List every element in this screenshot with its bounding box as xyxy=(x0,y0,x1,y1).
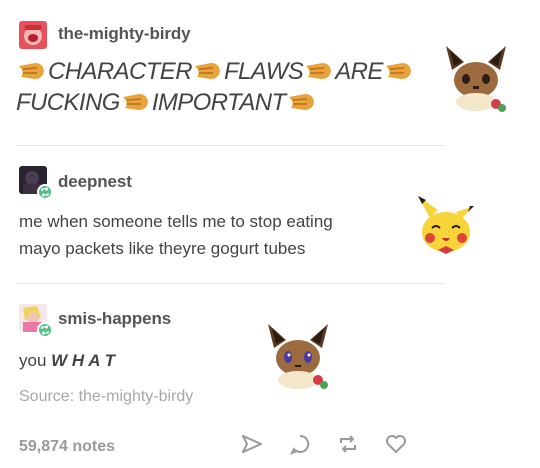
avatar[interactable] xyxy=(19,21,47,49)
paper-plane-icon xyxy=(242,435,262,453)
clapping-hands-icon xyxy=(287,91,317,120)
body-line: mayo packets like theyre gogurt tubes xyxy=(19,239,306,258)
reblog-arrows-icon xyxy=(340,435,356,453)
speech-bubble-icon xyxy=(289,434,310,455)
shout-word: FLAWS xyxy=(223,58,304,85)
post-body-text: me when someone tells me to stop eating … xyxy=(19,208,333,262)
heart-icon xyxy=(386,435,406,453)
reblog-badge-icon xyxy=(37,184,53,200)
post-the-mighty-birdy: the-mighty-birdy CHARACTER FLAWS ARE FUCKI… xyxy=(0,0,540,146)
body-prefix: you xyxy=(19,351,52,370)
eevee-pixel-image xyxy=(264,322,332,395)
post-source-link[interactable]: Source: the-mighty-birdy xyxy=(19,388,193,406)
like-button[interactable] xyxy=(384,432,408,456)
pikachu-image xyxy=(412,192,480,265)
shout-word: CHARACTER xyxy=(48,58,193,85)
shout-word: FUCKING xyxy=(16,89,120,116)
notes-count[interactable]: 59,874 notes xyxy=(19,438,115,456)
shout-word: ARE xyxy=(335,58,383,85)
clapping-hands-icon xyxy=(121,91,151,120)
post-username[interactable]: deepnest xyxy=(58,172,132,192)
post-actions xyxy=(240,432,408,456)
clapping-hands-icon xyxy=(17,60,47,89)
reblog-button[interactable] xyxy=(336,432,360,456)
clapping-hands-icon xyxy=(304,60,334,89)
post-body-text: CHARACTER FLAWS ARE FUCKING IMPORTANT xyxy=(16,58,436,120)
reblog-badge-icon xyxy=(37,322,53,338)
shout-line-1: CHARACTER FLAWS ARE xyxy=(16,58,436,89)
clapping-hands-icon xyxy=(384,60,414,89)
shout-word: IMPORTANT xyxy=(151,89,286,116)
post-deepnest: deepnest me when someone tells me to sto… xyxy=(0,146,540,284)
shout-line-2: FUCKING IMPORTANT xyxy=(16,89,436,120)
body-line: me when someone tells me to stop eating xyxy=(19,212,333,231)
eevee-pixel-image xyxy=(442,44,510,117)
body-emphasis: W H A T xyxy=(51,351,116,370)
reply-button[interactable] xyxy=(288,432,312,456)
post-smis-happens: smis-happens you W H A T Source: the-mig… xyxy=(0,284,540,468)
post-body-text: you W H A T xyxy=(19,347,115,374)
share-button[interactable] xyxy=(240,432,264,456)
post-username[interactable]: the-mighty-birdy xyxy=(58,24,191,44)
avatar-image xyxy=(19,21,47,49)
post-username[interactable]: smis-happens xyxy=(58,309,171,329)
clapping-hands-icon xyxy=(193,60,223,89)
